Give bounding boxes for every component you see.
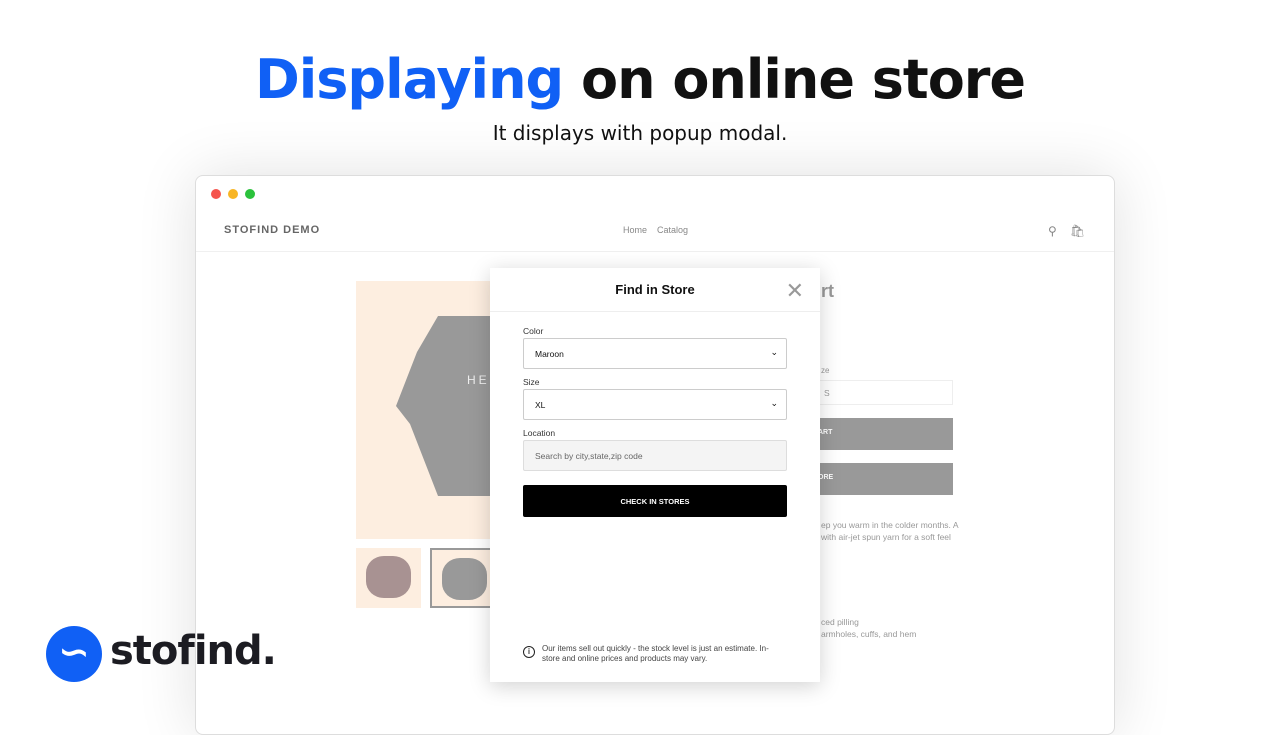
chevron-down-icon: ⌄ xyxy=(770,347,778,357)
description-line: with air-jet spun yarn for a soft feel xyxy=(821,532,951,542)
feature-line: ced pilling xyxy=(821,617,859,627)
size-select[interactable]: XL ⌄ xyxy=(523,389,787,420)
maximize-window-dot[interactable] xyxy=(245,189,255,199)
hero-subtitle: It displays with popup modal. xyxy=(492,121,788,145)
find-in-store-modal: Find in Store ✕ Color Maroon ⌄ Size XL ⌄ Lo… xyxy=(490,268,820,682)
product-title: rt xyxy=(821,281,834,301)
search-icon[interactable]: ⚲ xyxy=(1048,224,1057,238)
nav-catalog[interactable]: Catalog xyxy=(657,225,688,235)
stock-note: i Our items sell out quickly - the stock … xyxy=(523,644,783,664)
store-header: STOFIND DEMO Home Catalog ⚲ 🛍 xyxy=(196,214,1114,252)
close-icon[interactable]: ✕ xyxy=(786,278,804,304)
description-line: ep you warm in the colder months. A xyxy=(821,520,959,530)
brand-name: stofind. xyxy=(110,628,277,674)
color-label: Color xyxy=(523,326,544,336)
size-label: Size xyxy=(523,377,540,387)
modal-title: Find in Store ✕ xyxy=(490,268,820,312)
product-image: HEL xyxy=(356,281,536,539)
location-input[interactable]: Search by city,state,zip code xyxy=(523,440,787,471)
feature-line: armholes, cuffs, and hem xyxy=(821,629,917,639)
location-label: Location xyxy=(523,428,556,438)
hero-title: Displaying on online store xyxy=(254,48,1026,111)
check-in-stores-button[interactable]: CHECK IN STORES xyxy=(523,485,787,517)
minimize-window-dot[interactable] xyxy=(228,189,238,199)
thumbnail-maroon[interactable] xyxy=(356,548,421,608)
nav-home[interactable]: Home xyxy=(623,225,647,235)
stofind-logo-icon: ∽ xyxy=(46,626,102,682)
chevron-down-icon: ⌄ xyxy=(770,398,778,408)
color-select[interactable]: Maroon ⌄ xyxy=(523,338,787,369)
close-window-dot[interactable] xyxy=(211,189,221,199)
cart-icon[interactable]: 🛍 xyxy=(1070,224,1085,238)
thumbnail-grey[interactable] xyxy=(430,548,495,608)
info-icon: i xyxy=(523,646,535,658)
store-brand[interactable]: STOFIND DEMO xyxy=(224,224,320,236)
size-label: ze xyxy=(821,366,830,375)
